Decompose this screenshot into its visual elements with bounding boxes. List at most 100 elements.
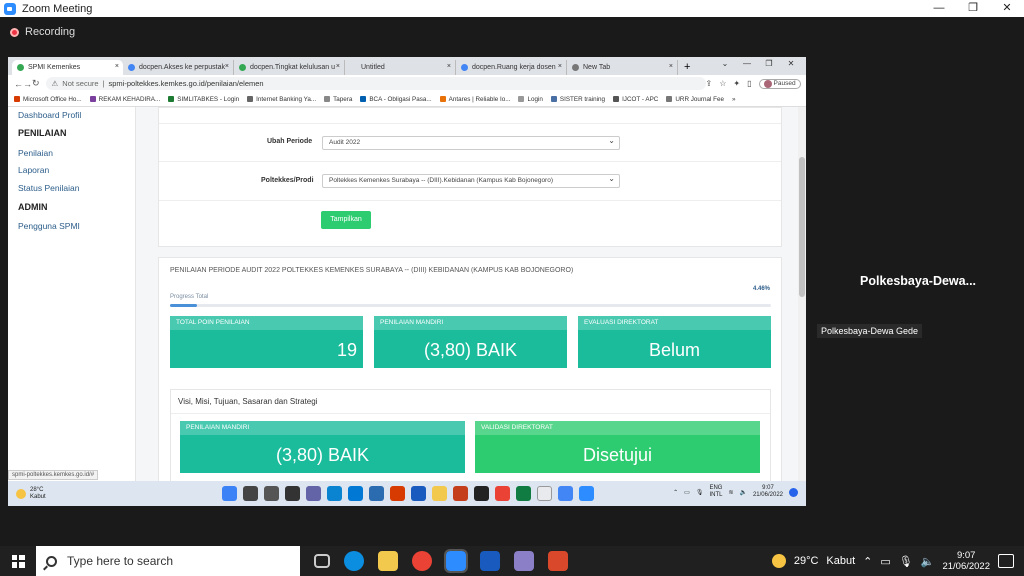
- bookmark-item[interactable]: Antares | Reliable Io...: [439, 96, 510, 103]
- docs-icon[interactable]: [558, 486, 573, 501]
- wifi-icon[interactable]: ≋: [728, 489, 733, 496]
- tab-close-icon[interactable]: ×: [447, 63, 451, 70]
- volume-icon[interactable]: 🔈: [739, 489, 746, 496]
- weather-label[interactable]: Kabut: [826, 555, 855, 567]
- recording-indicator[interactable]: Recording: [10, 26, 75, 38]
- sidebar-item-penilaian[interactable]: Penilaian: [18, 148, 53, 158]
- bookmark-item[interactable]: BCA - Obligasi Pasa...: [360, 96, 432, 103]
- close-icon[interactable]: ✕: [990, 0, 1024, 17]
- shared-clock[interactable]: 9:07 21/06/2022: [753, 485, 783, 499]
- periode-select[interactable]: Audit 2022: [322, 135, 620, 150]
- tab-close-icon[interactable]: ×: [225, 63, 229, 70]
- edge-icon[interactable]: [344, 551, 364, 571]
- bookmarks-overflow-icon[interactable]: »: [732, 96, 736, 103]
- sidebar-item-laporan[interactable]: Laporan: [18, 165, 49, 175]
- shared-weather[interactable]: 28°C Kabut: [16, 487, 46, 501]
- taskbar-clock[interactable]: 9:07 21/06/2022: [942, 550, 990, 572]
- browser-tab[interactable]: Untitled ×: [345, 60, 456, 75]
- volume-icon[interactable]: 🔈: [921, 555, 935, 568]
- browser-restore-icon[interactable]: ❐: [758, 59, 780, 68]
- start-icon[interactable]: [222, 486, 237, 501]
- chrome-icon[interactable]: [495, 486, 510, 501]
- forward-icon[interactable]: →: [23, 79, 32, 89]
- profile-button[interactable]: Paused: [758, 78, 801, 89]
- action-center-icon[interactable]: [998, 554, 1014, 568]
- stat-value: Belum: [648, 340, 701, 360]
- weather-temp[interactable]: 29°C: [794, 555, 819, 567]
- minimize-icon[interactable]: —: [922, 0, 956, 17]
- stat-value: (3,80) BAIK: [423, 340, 518, 360]
- bookmark-item[interactable]: SISTER training: [550, 96, 605, 103]
- browser-tab[interactable]: docpen.Akses ke perpustak ×: [123, 60, 234, 75]
- address-bar[interactable]: ⚠ Not secure | spmi-poltekkes.kemkes.go.…: [45, 77, 706, 90]
- bookmark-item[interactable]: Tapera: [324, 96, 352, 103]
- edge-icon[interactable]: [327, 486, 342, 501]
- pdf-icon[interactable]: [548, 551, 568, 571]
- task-view-icon[interactable]: [314, 554, 330, 568]
- camera-icon[interactable]: ▭: [684, 489, 690, 496]
- mic-icon[interactable]: 🎙: [696, 489, 704, 496]
- browser-tab[interactable]: docpen.Ruang kerja dosen ×: [456, 60, 567, 75]
- browser-close-icon[interactable]: ✕: [780, 59, 802, 68]
- browser-tab[interactable]: docpen.Tingkat kelulusan u ×: [234, 60, 345, 75]
- chevron-up-icon[interactable]: ⌃: [863, 555, 872, 568]
- start-button[interactable]: [0, 554, 36, 568]
- scrollbar-thumb[interactable]: [799, 157, 805, 297]
- browser-minimize-icon[interactable]: —: [736, 59, 758, 68]
- explorer-icon[interactable]: [432, 486, 447, 501]
- browser-tab[interactable]: SPMI Kemenkes ×: [12, 60, 123, 75]
- chrome-icon[interactable]: [412, 551, 432, 571]
- zoom-icon[interactable]: [579, 486, 594, 501]
- word-icon[interactable]: [480, 551, 500, 571]
- restore-icon[interactable]: ❐: [956, 0, 990, 17]
- sidebar-item-pengguna-spmi[interactable]: Pengguna SPMI: [18, 221, 80, 231]
- dell-icon[interactable]: [474, 486, 489, 501]
- tab-close-icon[interactable]: ×: [669, 63, 673, 70]
- zoom-icon[interactable]: [444, 549, 468, 573]
- taskbar-search[interactable]: Type here to search: [36, 546, 300, 576]
- weather-icon[interactable]: [771, 554, 786, 568]
- widgets-icon[interactable]: [285, 486, 300, 501]
- prodi-select[interactable]: Poltekkes Kemenkes Surabaya -- (DIII).Ke…: [322, 173, 620, 188]
- tampilkan-button[interactable]: Tampilkan: [321, 211, 371, 229]
- chevron-up-icon[interactable]: ⌃: [673, 489, 678, 496]
- paint-icon[interactable]: [514, 551, 534, 571]
- back-icon[interactable]: ←: [14, 79, 23, 89]
- tab-close-icon[interactable]: ×: [558, 63, 562, 70]
- search-icon[interactable]: [243, 486, 258, 501]
- word-icon[interactable]: [411, 486, 426, 501]
- new-tab-icon[interactable]: +: [678, 60, 696, 75]
- tab-close-icon[interactable]: ×: [115, 63, 119, 70]
- extensions-icon[interactable]: ✦: [733, 79, 740, 88]
- sidepanel-icon[interactable]: ▯: [747, 79, 751, 88]
- bookmark-item[interactable]: URR Journal Fee: [666, 96, 724, 103]
- page-scrollbar[interactable]: [798, 107, 806, 506]
- star-icon[interactable]: ☆: [719, 79, 726, 88]
- language-indicator[interactable]: ENG INTL: [709, 485, 722, 499]
- sidebar-item-dashboard[interactable]: Dashboard Profil: [18, 110, 81, 120]
- network-icon[interactable]: ▭: [880, 555, 890, 568]
- bookmark-item[interactable]: Microsoft Office Ho...: [14, 96, 82, 103]
- file-explorer-icon[interactable]: [378, 551, 398, 571]
- chrome-active-icon[interactable]: [537, 486, 552, 501]
- excel-icon[interactable]: [516, 486, 531, 501]
- task-view-icon[interactable]: [264, 486, 279, 501]
- bookmark-item[interactable]: Internet Banking Ya...: [247, 96, 316, 103]
- mail-icon[interactable]: [348, 486, 363, 501]
- browser-tab[interactable]: New Tab ×: [567, 60, 678, 75]
- bookmark-item[interactable]: SIMLITABKES - Login: [168, 96, 239, 103]
- bookmark-item[interactable]: REKAM KEHADIRA...: [89, 96, 160, 103]
- mic-icon[interactable]: 🎙: [899, 555, 913, 568]
- share-icon[interactable]: ⇪: [706, 79, 713, 88]
- reload-icon[interactable]: ↻: [32, 78, 40, 89]
- bookmark-item[interactable]: Login: [518, 96, 543, 103]
- powerpoint-icon[interactable]: [453, 486, 468, 501]
- office-icon[interactable]: [390, 486, 405, 501]
- teams-icon[interactable]: [306, 486, 321, 501]
- bookmark-item[interactable]: IJCOT - APC: [613, 96, 658, 103]
- sidebar-item-status-penilaian[interactable]: Status Penilaian: [18, 183, 79, 193]
- notification-icon[interactable]: [789, 487, 798, 497]
- tab-close-icon[interactable]: ×: [336, 63, 340, 70]
- browser-collapse-icon[interactable]: ⌄: [714, 59, 736, 68]
- store-icon[interactable]: [369, 486, 384, 501]
